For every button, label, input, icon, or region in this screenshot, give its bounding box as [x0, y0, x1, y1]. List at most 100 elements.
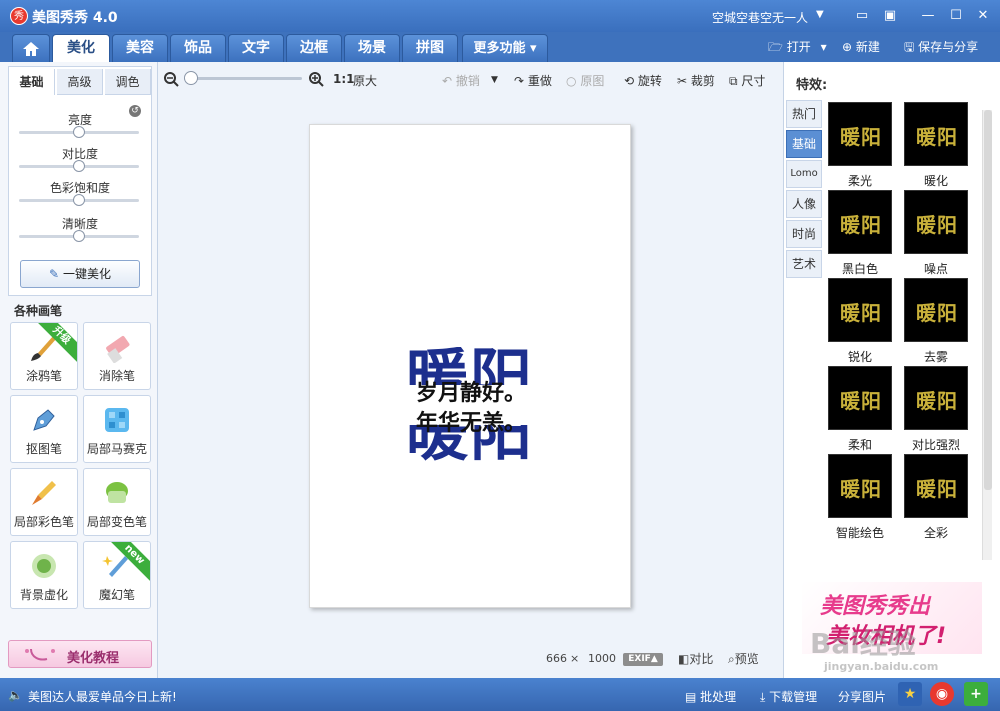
effect-thumb[interactable]: 暖阳 — [904, 366, 968, 430]
watermark-url-icon: jingyan.baidu.com — [824, 660, 939, 673]
subtab-color[interactable]: 调色 — [105, 69, 151, 95]
close-button[interactable]: ✕ — [973, 6, 993, 26]
brightness-slider[interactable] — [19, 126, 139, 138]
zoom-thumb[interactable] — [184, 71, 199, 85]
category-basic[interactable]: 基础 — [786, 130, 822, 158]
redo-label: 重做 — [527, 74, 552, 88]
new-button[interactable]: ⊕ 新建 — [842, 38, 880, 55]
effect-thumb[interactable]: 暖阳 — [904, 278, 968, 342]
tab-face[interactable]: 美容 — [112, 34, 168, 62]
size-label: 尺寸 — [741, 74, 766, 88]
user-name[interactable]: 空城空巷空无一人 — [712, 9, 808, 26]
download-label: 下载管理 — [769, 690, 818, 704]
original-label: 原图 — [580, 74, 605, 88]
message-icon[interactable]: ▭ — [852, 6, 872, 26]
category-hot[interactable]: 热门 — [786, 100, 822, 128]
user-menu-caret-icon[interactable]: ▼ — [816, 9, 824, 20]
brush-eraser[interactable]: 消除笔 — [83, 322, 151, 390]
add-icon[interactable]: + — [964, 682, 988, 706]
tab-collage[interactable]: 拼图 — [402, 34, 458, 62]
effects-scrollbar[interactable] — [982, 110, 992, 560]
saturation-slider[interactable] — [19, 194, 139, 206]
original-size-button[interactable]: 原大 — [353, 72, 377, 89]
effect-thumb[interactable]: 暖阳 — [828, 278, 892, 342]
category-lomo[interactable]: Lomo — [786, 160, 822, 188]
rotate-button[interactable]: ⟲ 旋转 — [624, 72, 662, 89]
redo-button[interactable]: ↷ 重做 — [514, 72, 552, 89]
subtab-basic[interactable]: 基础 — [9, 69, 55, 95]
maximize-button[interactable]: ☐ — [946, 6, 966, 26]
effects-title: 特效: — [796, 78, 828, 93]
brush-bg-blur[interactable]: 背景虚化 — [10, 541, 78, 609]
preview-label: 预览 — [734, 652, 759, 666]
tab-decor[interactable]: 饰品 — [170, 34, 226, 62]
rotate-icon: ⟲ — [624, 74, 635, 88]
save-share-button[interactable]: 🖫 保存与分享 — [904, 38, 978, 59]
cutout-pen-icon — [33, 409, 55, 431]
effect-thumb-word: 暖阳 — [916, 389, 958, 413]
effect-label: 黑白色 — [841, 262, 878, 276]
brush-local-color[interactable]: 局部彩色笔 — [10, 468, 78, 536]
effect-thumb[interactable]: 暖阳 — [904, 454, 968, 518]
contrast-slider[interactable] — [19, 160, 139, 172]
photo[interactable]: 暖阳 暖阳 岁月静好。 年华无恙。 — [309, 124, 631, 608]
subtab-advanced[interactable]: 高级 — [57, 69, 103, 95]
zoom-out-icon[interactable] — [163, 71, 179, 87]
category-fashion[interactable]: 时尚 — [786, 220, 822, 248]
effect-thumb[interactable]: 暖阳 — [828, 102, 892, 166]
undo-button[interactable]: ↶ 撤销 — [442, 72, 480, 89]
download-icon: ⤓ — [760, 690, 766, 704]
original-button[interactable]: ○ 原图 — [566, 72, 604, 89]
effect-thumb[interactable]: 暖阳 — [904, 102, 968, 166]
star-icon[interactable]: ★ — [898, 682, 922, 706]
brightness-thumb[interactable] — [73, 126, 85, 138]
sharpness-slider[interactable] — [19, 230, 139, 242]
brush-cutout-label: 抠图笔 — [25, 442, 62, 456]
batch-button[interactable]: ▤ 批处理 — [685, 688, 736, 705]
effects-scroll-thumb[interactable] — [984, 110, 992, 490]
tab-home[interactable] — [12, 34, 50, 62]
news-ticker[interactable]: 美图达人最爱单品今日上新! — [28, 688, 177, 705]
brush-doodle[interactable]: 升级 涂鸦笔 — [10, 322, 78, 390]
sharpness-thumb[interactable] — [73, 230, 85, 242]
category-portrait[interactable]: 人像 — [786, 190, 822, 218]
open-button[interactable]: 🗁 打开 ▾ — [768, 38, 827, 59]
tab-border[interactable]: 边框 — [286, 34, 342, 62]
one-click-beautify-button[interactable]: ✎ 一键美化 — [20, 260, 140, 288]
effect-label: 柔光 — [847, 174, 872, 188]
tab-more[interactable]: 更多功能 ▾ — [462, 34, 548, 62]
tab-scene[interactable]: 场景 — [344, 34, 400, 62]
save-icon: 🖫 — [904, 40, 915, 54]
category-art[interactable]: 艺术 — [786, 250, 822, 278]
contrast-thumb[interactable] — [73, 160, 85, 172]
plus-circle-icon: ⊕ — [842, 40, 853, 54]
effect-thumb[interactable]: 暖阳 — [828, 190, 892, 254]
effect-thumb[interactable]: 暖阳 — [828, 366, 892, 430]
brush-magic[interactable]: new 魔幻笔 — [83, 541, 151, 609]
compare-button[interactable]: ◧对比 — [678, 650, 713, 667]
exif-button[interactable]: EXIF▲ — [623, 653, 663, 666]
weibo-icon[interactable]: ◉ — [930, 682, 954, 706]
brush-mosaic[interactable]: 局部马赛克 — [83, 395, 151, 463]
effect-thumb[interactable]: 暖阳 — [904, 190, 968, 254]
minimize-button[interactable]: — — [918, 6, 938, 26]
download-manager-button[interactable]: ⤓ 下载管理 — [760, 688, 817, 705]
ratio-button[interactable]: 1:1 — [333, 72, 355, 86]
size-button[interactable]: ⧉ 尺寸 — [729, 72, 765, 89]
share-image-button[interactable]: 分享图片 — [838, 688, 886, 705]
image-width: 666 — [546, 652, 567, 665]
brush-cutout[interactable]: 抠图笔 — [10, 395, 78, 463]
effect-thumb[interactable]: 暖阳 — [828, 454, 892, 518]
crop-button[interactable]: ✂ 裁剪 — [677, 72, 715, 89]
tab-text[interactable]: 文字 — [228, 34, 284, 62]
tab-beautify[interactable]: 美化 — [52, 34, 110, 63]
skin-icon[interactable]: ▣ — [880, 6, 900, 26]
undo-history-caret-icon[interactable]: ▼ — [491, 75, 498, 85]
brush-local-recolor[interactable]: 局部变色笔 — [83, 468, 151, 536]
effect-thumb-word: 暖阳 — [840, 125, 882, 149]
saturation-thumb[interactable] — [73, 194, 85, 206]
tutorial-button[interactable]: 美化教程 — [8, 640, 152, 668]
zoom-slider[interactable] — [184, 77, 302, 80]
zoom-in-icon[interactable] — [308, 71, 324, 87]
preview-button[interactable]: ⌕预览 — [728, 650, 759, 667]
